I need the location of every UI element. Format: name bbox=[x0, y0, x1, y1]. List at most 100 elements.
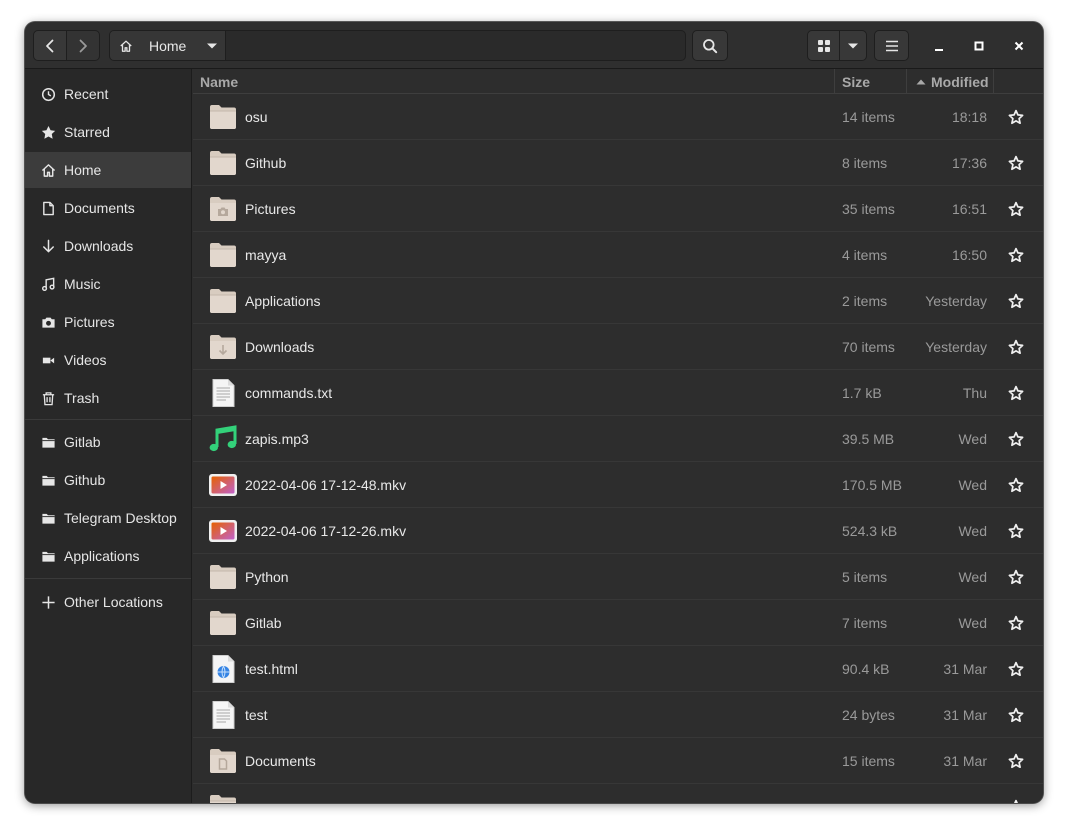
sidebar-item-starred[interactable]: Starred bbox=[25, 114, 191, 150]
search-button[interactable] bbox=[692, 30, 728, 61]
sidebar-item-label: Github bbox=[64, 472, 106, 488]
file-row[interactable]: Github 8 items 17:36 bbox=[193, 140, 1043, 186]
sidebar-item-label: Downloads bbox=[64, 238, 134, 254]
sidebar-item-other-locations[interactable]: Other Locations bbox=[25, 584, 191, 620]
star-toggle-icon[interactable] bbox=[1008, 569, 1024, 585]
file-name: zapis.mp3 bbox=[245, 431, 309, 447]
grid-view-icon bbox=[817, 39, 830, 52]
sidebar-item-documents[interactable]: Documents bbox=[25, 190, 191, 226]
sidebar-item-videos[interactable]: Videos bbox=[25, 342, 191, 378]
column-header-name[interactable]: Name bbox=[193, 69, 835, 94]
file-name: test.html bbox=[245, 661, 298, 677]
view-options-button[interactable] bbox=[839, 30, 867, 61]
sidebar-item-pictures[interactable]: Pictures bbox=[25, 304, 191, 340]
file-name: Gitlab bbox=[245, 615, 282, 631]
music-icon bbox=[40, 276, 56, 292]
star-toggle-icon[interactable] bbox=[1008, 431, 1024, 447]
maximize-icon bbox=[974, 41, 984, 51]
breadcrumb-home[interactable]: Home bbox=[110, 31, 226, 60]
sidebar-item-home[interactable]: Home bbox=[25, 152, 191, 188]
file-modified: Wed bbox=[958, 431, 987, 447]
file-modified: 31 Mar bbox=[943, 753, 987, 769]
sidebar-item-music[interactable]: Music bbox=[25, 266, 191, 302]
file-row[interactable] bbox=[193, 784, 1043, 803]
folder-icon bbox=[208, 562, 238, 592]
sidebar-item-applications[interactable]: Applications bbox=[25, 538, 191, 574]
star-toggle-icon[interactable] bbox=[1008, 247, 1024, 263]
star-toggle-icon[interactable] bbox=[1008, 293, 1024, 309]
column-header-label: Modified bbox=[931, 73, 989, 90]
back-button[interactable] bbox=[33, 30, 67, 61]
file-row[interactable]: osu 14 items 18:18 bbox=[193, 94, 1043, 140]
sidebar-item-label: Pictures bbox=[64, 314, 115, 330]
star-toggle-icon[interactable] bbox=[1008, 661, 1024, 677]
star-toggle-icon[interactable] bbox=[1008, 523, 1024, 539]
sidebar-item-trash[interactable]: Trash bbox=[25, 380, 191, 416]
file-size: 170.5 MB bbox=[842, 477, 902, 493]
star-toggle-icon[interactable] bbox=[1008, 201, 1024, 217]
file-modified: Wed bbox=[958, 523, 987, 539]
file-size: 2 items bbox=[842, 293, 888, 309]
file-size: 7 items bbox=[842, 615, 888, 631]
file-name: Applications bbox=[245, 293, 321, 309]
sidebar-item-github[interactable]: Github bbox=[25, 462, 191, 498]
pan-down-icon[interactable] bbox=[206, 40, 218, 52]
view-mode-button[interactable] bbox=[807, 30, 840, 61]
file-row[interactable]: mayya 4 items 16:50 bbox=[193, 232, 1043, 278]
header-bar: Home bbox=[25, 22, 1043, 69]
star-toggle-icon[interactable] bbox=[1008, 109, 1024, 125]
file-row[interactable]: Applications 2 items Yesterday bbox=[193, 278, 1043, 324]
star-toggle-icon[interactable] bbox=[1008, 799, 1024, 803]
sidebar-item-downloads[interactable]: Downloads bbox=[25, 228, 191, 264]
forward-button[interactable] bbox=[66, 30, 100, 61]
file-size: 1.7 kB bbox=[842, 385, 882, 401]
html-file-icon bbox=[208, 654, 238, 684]
folder-documents-icon bbox=[208, 746, 238, 776]
path-bar[interactable]: Home bbox=[109, 30, 686, 61]
file-row[interactable]: test 24 bytes 31 Mar bbox=[193, 692, 1043, 738]
file-row[interactable]: Downloads 70 items Yesterday bbox=[193, 324, 1043, 370]
file-row[interactable]: 2022-04-06 17-12-48.mkv 170.5 MB Wed bbox=[193, 462, 1043, 508]
file-list-view: Name Size Modified osu 14 items 18:18 Githu… bbox=[193, 69, 1043, 803]
file-row[interactable]: Pictures 35 items 16:51 bbox=[193, 186, 1043, 232]
audio-file-icon bbox=[208, 424, 238, 454]
text-file-icon bbox=[208, 700, 238, 730]
column-header-size[interactable]: Size bbox=[835, 69, 907, 94]
video-file-icon bbox=[208, 516, 238, 546]
sidebar-item-telegram-desktop[interactable]: Telegram Desktop bbox=[25, 500, 191, 536]
minimize-button[interactable] bbox=[927, 34, 951, 58]
file-row[interactable]: Documents 15 items 31 Mar bbox=[193, 738, 1043, 784]
star-toggle-icon[interactable] bbox=[1008, 753, 1024, 769]
maximize-button[interactable] bbox=[967, 34, 991, 58]
close-button[interactable] bbox=[1007, 34, 1031, 58]
column-header-modified[interactable]: Modified bbox=[907, 69, 994, 94]
file-row[interactable]: zapis.mp3 39.5 MB Wed bbox=[193, 416, 1043, 462]
file-row[interactable]: test.html 90.4 kB 31 Mar bbox=[193, 646, 1043, 692]
file-size: 8 items bbox=[842, 155, 888, 171]
file-row[interactable]: Python 5 items Wed bbox=[193, 554, 1043, 600]
file-name: Documents bbox=[245, 753, 316, 769]
folder-pictures-icon bbox=[208, 194, 238, 224]
sidebar-item-label: Telegram Desktop bbox=[64, 510, 177, 526]
star-icon bbox=[40, 124, 56, 140]
sidebar-separator bbox=[25, 419, 191, 420]
star-toggle-icon[interactable] bbox=[1008, 477, 1024, 493]
file-modified: Yesterday bbox=[925, 339, 987, 355]
main-menu-button[interactable] bbox=[874, 30, 909, 61]
file-name: Github bbox=[245, 155, 287, 171]
go-previous-icon bbox=[46, 39, 54, 52]
star-toggle-icon[interactable] bbox=[1008, 385, 1024, 401]
star-toggle-icon[interactable] bbox=[1008, 155, 1024, 171]
sidebar-item-recent[interactable]: Recent bbox=[25, 76, 191, 112]
star-toggle-icon[interactable] bbox=[1008, 339, 1024, 355]
file-row[interactable]: commands.txt 1.7 kB Thu bbox=[193, 370, 1043, 416]
sidebar-item-gitlab[interactable]: Gitlab bbox=[25, 424, 191, 460]
file-size: 35 items bbox=[842, 201, 895, 217]
star-toggle-icon[interactable] bbox=[1008, 707, 1024, 723]
file-row[interactable]: 2022-04-06 17-12-26.mkv 524.3 kB Wed bbox=[193, 508, 1043, 554]
file-modified: 17:36 bbox=[951, 155, 987, 171]
file-modified: Thu bbox=[962, 385, 987, 401]
file-row[interactable]: Gitlab 7 items Wed bbox=[193, 600, 1043, 646]
text-file-icon bbox=[208, 378, 238, 408]
star-toggle-icon[interactable] bbox=[1008, 615, 1024, 631]
